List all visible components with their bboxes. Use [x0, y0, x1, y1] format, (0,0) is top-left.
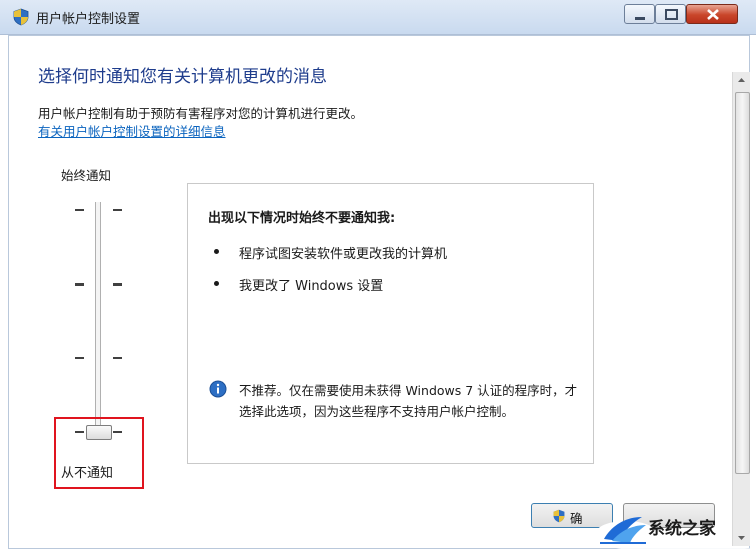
description-text: 用户帐户控制有助于预防有害程序对您的计算机进行更改。: [38, 106, 364, 121]
details-link[interactable]: 有关用户帐户控制设置的详细信息: [38, 121, 226, 140]
bullet-item: 程序试图安装软件或更改我的计算机: [239, 247, 448, 262]
highlight-box: [54, 417, 144, 489]
info-title: 出现以下情况时始终不要通知我:: [208, 211, 396, 226]
maximize-button[interactable]: [655, 4, 686, 24]
scroll-up-icon[interactable]: [733, 72, 750, 89]
uac-shield-icon: [553, 509, 565, 523]
watermark-text: 系统之家: [648, 519, 716, 539]
close-button[interactable]: [686, 4, 738, 24]
uac-shield-icon: [13, 8, 29, 26]
title-bar: 用户帐户控制设置: [0, 0, 756, 35]
scroll-thumb[interactable]: [735, 92, 750, 474]
slider-top-label: 始终通知: [61, 168, 112, 183]
slider-tick: [75, 357, 84, 359]
slider-tick: [113, 209, 122, 211]
minimize-button[interactable]: [624, 4, 655, 24]
bullet-dot: [214, 281, 219, 286]
bullet-item: 我更改了 Windows 设置: [239, 279, 384, 294]
warning-text: 不推荐。仅在需要使用未获得 Windows 7 认证的程序时，才选择此选项，因为…: [239, 383, 578, 419]
minimize-icon: [635, 17, 645, 20]
info-icon: [209, 380, 227, 398]
window-title: 用户帐户控制设置: [36, 12, 141, 27]
slider-tick: [75, 283, 84, 286]
page-heading: 选择何时通知您有关计算机更改的消息: [38, 67, 327, 87]
slider-track[interactable]: [95, 202, 101, 432]
close-icon: [707, 9, 719, 20]
slider-tick: [75, 209, 84, 211]
slider-tick: [113, 283, 122, 286]
bullet-dot: [214, 249, 219, 254]
vertical-scrollbar[interactable]: [732, 72, 750, 546]
slider-tick: [113, 357, 122, 359]
maximize-icon: [665, 9, 678, 20]
ok-button-label: 确: [570, 511, 583, 526]
